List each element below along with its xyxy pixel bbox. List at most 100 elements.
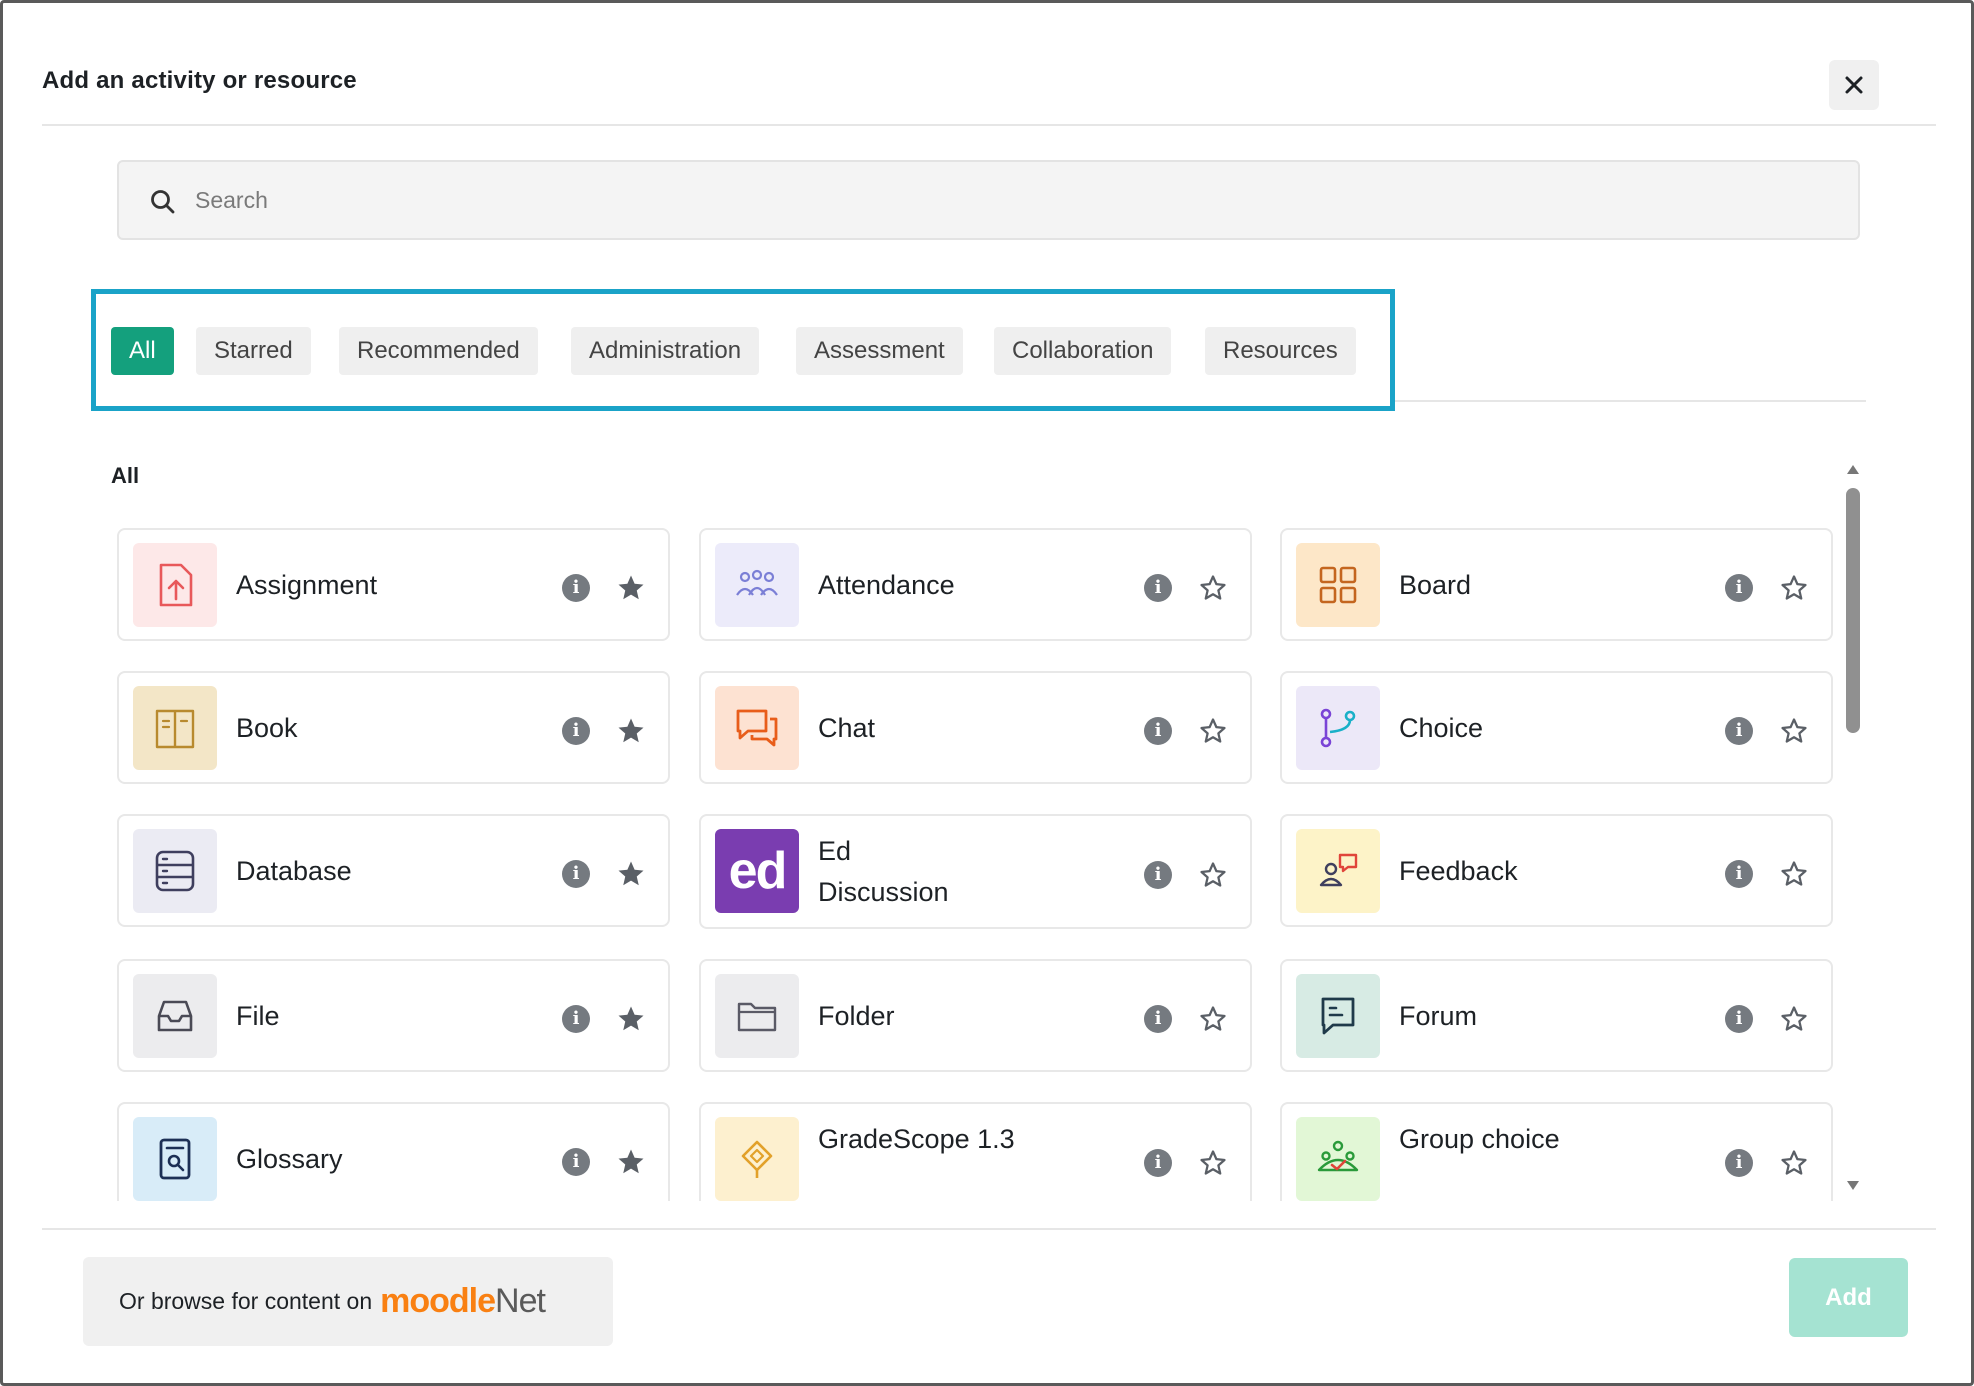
star-filled-icon[interactable] bbox=[616, 1004, 646, 1034]
activity-name: Folder bbox=[818, 1001, 895, 1031]
info-icon[interactable]: i bbox=[1725, 1149, 1753, 1177]
tabs-divider bbox=[1395, 400, 1866, 402]
database-icon bbox=[133, 829, 217, 913]
star-outline-icon[interactable] bbox=[1198, 860, 1228, 890]
activity-card-forum[interactable]: Forum i bbox=[1280, 959, 1833, 1072]
info-icon[interactable]: i bbox=[1725, 574, 1753, 602]
scrollbar-thumb[interactable] bbox=[1846, 488, 1860, 733]
activity-name: Glossary bbox=[236, 1144, 343, 1174]
chat-icon bbox=[715, 686, 799, 770]
tab-collaboration[interactable]: Collaboration bbox=[994, 327, 1172, 375]
info-icon[interactable]: i bbox=[562, 574, 590, 602]
activity-card-attendance[interactable]: Attendance i bbox=[699, 528, 1252, 641]
moodlenet-logo-secondary: Net bbox=[495, 1282, 546, 1320]
info-icon[interactable]: i bbox=[1144, 1149, 1172, 1177]
tab-administration[interactable]: Administration bbox=[571, 327, 760, 375]
star-outline-icon[interactable] bbox=[1198, 573, 1228, 603]
ed-discussion-icon: ed bbox=[715, 829, 799, 913]
star-outline-icon[interactable] bbox=[1779, 1004, 1809, 1034]
activity-card-file[interactable]: File i bbox=[117, 959, 670, 1072]
activity-name: Board bbox=[1399, 570, 1472, 600]
info-icon[interactable]: i bbox=[562, 717, 590, 745]
moodlenet-logo: moodle Net bbox=[380, 1282, 546, 1321]
activity-card-folder[interactable]: Folder i bbox=[699, 959, 1252, 1072]
activity-card-gradescope[interactable]: GradeScope 1.3 i bbox=[699, 1102, 1252, 1201]
activity-card-database[interactable]: Database i bbox=[117, 814, 670, 927]
info-icon[interactable]: i bbox=[1144, 1005, 1172, 1033]
search-icon bbox=[151, 190, 175, 214]
star-outline-icon[interactable] bbox=[1779, 859, 1809, 889]
glossary-icon bbox=[133, 1117, 217, 1201]
modal-title: Add an activity or resource bbox=[42, 67, 357, 94]
info-icon[interactable]: i bbox=[1725, 717, 1753, 745]
ed-logo-text: ed bbox=[728, 842, 788, 900]
close-button[interactable] bbox=[1829, 60, 1879, 110]
activity-name: GradeScope 1.3 bbox=[818, 1124, 1015, 1154]
choice-icon bbox=[1296, 686, 1380, 770]
moodlenet-browse-link[interactable]: Or browse for content on moodle Net bbox=[83, 1257, 613, 1346]
scroll-down-arrow-icon[interactable] bbox=[1847, 1181, 1859, 1190]
star-outline-icon[interactable] bbox=[1779, 1148, 1809, 1178]
star-filled-icon[interactable] bbox=[616, 1147, 646, 1177]
file-icon bbox=[133, 974, 217, 1058]
close-icon bbox=[1845, 76, 1863, 94]
moodlenet-logo-primary: moodle bbox=[380, 1282, 496, 1320]
info-icon[interactable]: i bbox=[1725, 1005, 1753, 1033]
star-outline-icon[interactable] bbox=[1779, 573, 1809, 603]
section-heading: All bbox=[111, 463, 140, 488]
search-input[interactable] bbox=[195, 178, 1795, 222]
activity-card-board[interactable]: Board i bbox=[1280, 528, 1833, 641]
activity-name: Ed Discussion bbox=[818, 836, 949, 907]
activity-name: Group choice bbox=[1399, 1124, 1560, 1154]
tab-starred[interactable]: Starred bbox=[196, 327, 311, 375]
forum-icon bbox=[1296, 974, 1380, 1058]
activity-card-feedback[interactable]: Feedback i bbox=[1280, 814, 1833, 927]
info-icon[interactable]: i bbox=[1144, 574, 1172, 602]
scroll-up-arrow-icon[interactable] bbox=[1847, 465, 1859, 474]
info-icon[interactable]: i bbox=[1725, 860, 1753, 888]
book-icon bbox=[133, 686, 217, 770]
activity-name: Forum bbox=[1399, 1001, 1478, 1031]
tab-recommended[interactable]: Recommended bbox=[339, 327, 538, 375]
info-icon[interactable]: i bbox=[1144, 717, 1172, 745]
star-filled-icon[interactable] bbox=[616, 716, 646, 746]
star-outline-icon[interactable] bbox=[1198, 1148, 1228, 1178]
gradescope-icon bbox=[715, 1117, 799, 1201]
add-button[interactable]: Add bbox=[1789, 1258, 1908, 1337]
activity-card-chat[interactable]: Chat i bbox=[699, 671, 1252, 784]
star-filled-icon[interactable] bbox=[616, 859, 646, 889]
footer-divider bbox=[42, 1228, 1936, 1230]
activity-card-glossary[interactable]: Glossary i bbox=[117, 1102, 670, 1201]
moodlenet-browse-text: Or browse for content on bbox=[119, 1288, 373, 1314]
activity-card-choice[interactable]: Choice i bbox=[1280, 671, 1833, 784]
tab-all[interactable]: All bbox=[111, 327, 174, 375]
search-box[interactable] bbox=[117, 160, 1860, 240]
info-icon[interactable]: i bbox=[562, 860, 590, 888]
activity-grid: Assignment i Attendance i Board i Book i… bbox=[103, 513, 1843, 1201]
activity-card-group-choice[interactable]: Group choice i bbox=[1280, 1102, 1833, 1201]
assignment-icon bbox=[133, 543, 217, 627]
folder-icon bbox=[715, 974, 799, 1058]
activity-name: Database bbox=[236, 856, 352, 886]
board-icon bbox=[1296, 543, 1380, 627]
modal-dialog: Add an activity or resource All Starred … bbox=[0, 0, 1974, 1386]
activity-name: Feedback bbox=[1399, 856, 1518, 886]
activity-card-assignment[interactable]: Assignment i bbox=[117, 528, 670, 641]
attendance-icon bbox=[715, 543, 799, 627]
info-icon[interactable]: i bbox=[1144, 861, 1172, 889]
header-divider bbox=[42, 124, 1936, 126]
activity-name: Chat bbox=[818, 713, 876, 743]
star-filled-icon[interactable] bbox=[616, 573, 646, 603]
activity-name: File bbox=[236, 1001, 280, 1031]
tab-resources[interactable]: Resources bbox=[1205, 327, 1356, 375]
star-outline-icon[interactable] bbox=[1779, 716, 1809, 746]
info-icon[interactable]: i bbox=[562, 1148, 590, 1176]
star-outline-icon[interactable] bbox=[1198, 1004, 1228, 1034]
star-outline-icon[interactable] bbox=[1198, 716, 1228, 746]
activity-name: Choice bbox=[1399, 713, 1484, 743]
activity-card-ed-discussion[interactable]: ed Ed Discussion i bbox=[699, 814, 1252, 929]
tab-assessment[interactable]: Assessment bbox=[796, 327, 963, 375]
activity-card-book[interactable]: Book i bbox=[117, 671, 670, 784]
info-icon[interactable]: i bbox=[562, 1005, 590, 1033]
feedback-icon bbox=[1296, 829, 1380, 913]
